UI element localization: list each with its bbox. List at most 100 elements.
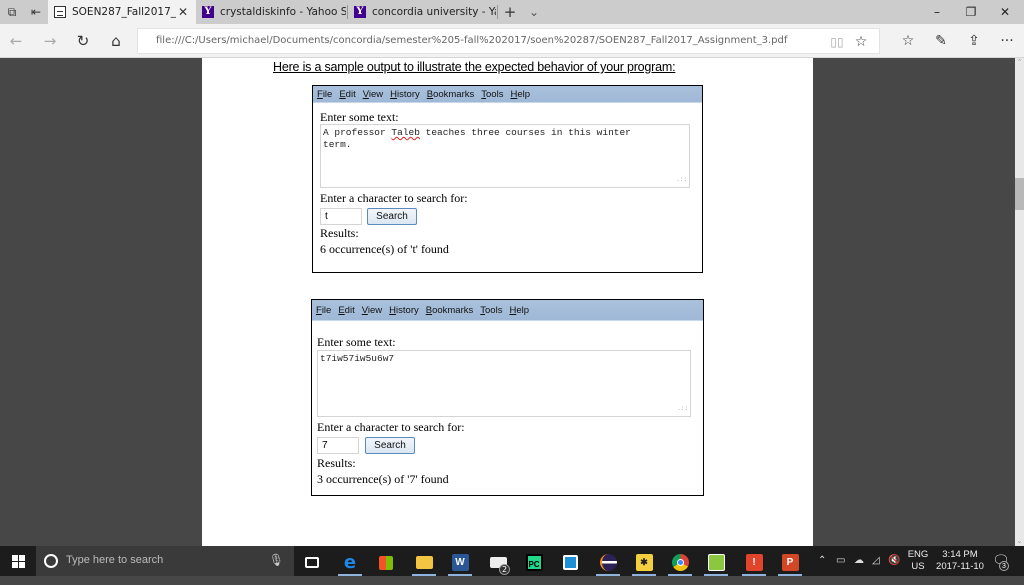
resize-grip-icon: .:: bbox=[676, 176, 687, 183]
task-view-icon[interactable] bbox=[296, 549, 328, 576]
search-placeholder[interactable]: Type here to search bbox=[66, 554, 163, 566]
pdf-page: Here is a sample output to illustrate th… bbox=[202, 58, 813, 546]
minimize-button[interactable]: – bbox=[920, 0, 954, 24]
region-code: US bbox=[911, 561, 925, 572]
vertical-scrollbar[interactable]: ⌃ ⌄ bbox=[1015, 58, 1024, 546]
clock[interactable]: 3:14 PM 2017-11-10 bbox=[930, 549, 990, 573]
powerpoint-icon[interactable]: P bbox=[774, 549, 806, 576]
start-button[interactable] bbox=[0, 546, 36, 576]
menu-bookmarks: Bookmarks bbox=[425, 304, 474, 316]
text-input-area: t7iw57iw5u6w7 .:: bbox=[317, 350, 691, 417]
file-explorer-icon[interactable] bbox=[408, 549, 440, 576]
share-icon[interactable]: ⇪ bbox=[964, 32, 984, 50]
edge-icon[interactable]: e bbox=[334, 549, 366, 576]
more-menu-icon[interactable]: ··· bbox=[997, 32, 1017, 50]
menu-view: View bbox=[361, 304, 383, 316]
tab-soen287[interactable]: SOEN287_Fall2017_Assi ✕ bbox=[48, 0, 196, 24]
tab-concordia[interactable]: Y concordia university - Yahoo bbox=[348, 0, 496, 24]
mail-badge: 2 bbox=[499, 564, 510, 575]
show-hidden-icons-chevron-icon[interactable]: ⌃ bbox=[818, 555, 826, 585]
eclipse-icon[interactable] bbox=[592, 549, 624, 576]
menu-edit: Edit bbox=[338, 304, 355, 316]
yahoo-icon: Y bbox=[202, 6, 214, 18]
tabs-aside-icon[interactable]: ⧉ bbox=[4, 4, 20, 20]
menu-bar: File Edit View History Bookmarks Tools H… bbox=[312, 300, 703, 321]
text-prompt: Enter some text: bbox=[317, 335, 396, 349]
pycharm-icon[interactable]: PC bbox=[518, 549, 550, 576]
search-button: Search bbox=[367, 208, 417, 225]
address-bar[interactable]: file:///C:/Users/michael/Documents/conco… bbox=[137, 28, 880, 54]
taskbar-search[interactable]: Type here to search 🎙 bbox=[36, 546, 294, 576]
address-url[interactable]: file:///C:/Users/michael/Documents/conco… bbox=[156, 35, 787, 46]
text-prompt: Enter some text: bbox=[320, 110, 399, 124]
home-button[interactable]: ⌂ bbox=[106, 32, 126, 50]
notification-count: 3 bbox=[999, 561, 1009, 571]
action-center-icon[interactable]: 🗨 3 bbox=[992, 552, 1010, 582]
onedrive-cloud-icon[interactable]: ☁ bbox=[854, 555, 864, 585]
text-segment: t7iw57iw5u6w7 bbox=[320, 353, 395, 364]
acrobat-icon[interactable]: ! bbox=[738, 549, 770, 576]
favorite-star-icon[interactable]: ☆ bbox=[852, 33, 870, 51]
reading-view-icon[interactable]: ▯▯ bbox=[828, 33, 846, 51]
clock-date: 2017-11-10 bbox=[936, 561, 984, 572]
pdf-viewer: Here is a sample output to illustrate th… bbox=[0, 58, 1015, 546]
result-text: 3 occurrence(s) of '7' found bbox=[317, 472, 449, 486]
notepad-plus-icon[interactable] bbox=[700, 549, 732, 576]
misspelled-word: Taleb bbox=[391, 127, 420, 138]
back-button[interactable]: ← bbox=[6, 32, 26, 50]
resize-grip-icon: .:: bbox=[677, 405, 688, 412]
sample-output-2: File Edit View History Bookmarks Tools H… bbox=[311, 299, 704, 496]
forward-button[interactable]: → bbox=[40, 32, 60, 50]
battery-icon[interactable]: ▭ bbox=[836, 555, 845, 585]
tab-strip: ⧉ ⇤ SOEN287_Fall2017_Assi ✕ Y crystaldis… bbox=[0, 0, 1024, 24]
tab-crystaldiskinfo[interactable]: Y crystaldiskinfo - Yahoo Sear bbox=[196, 0, 346, 24]
scroll-down-arrow-icon[interactable]: ⌄ bbox=[1015, 537, 1024, 546]
tab-title: concordia university - Yahoo bbox=[372, 6, 496, 18]
char-prompt: Enter a character to search for: bbox=[320, 191, 468, 205]
restore-button[interactable]: ❐ bbox=[954, 0, 988, 24]
favorites-hub-icon[interactable]: ☆ bbox=[898, 32, 918, 50]
menu-help: Help bbox=[509, 304, 530, 316]
text-input-area: A professor Taleb teaches three courses … bbox=[320, 124, 690, 188]
web-note-icon[interactable]: ✎ bbox=[931, 32, 951, 50]
text-segment: term. bbox=[323, 139, 352, 150]
menu-help: Help bbox=[510, 88, 531, 100]
char-prompt: Enter a character to search for: bbox=[317, 420, 465, 434]
language-code: ENG bbox=[907, 549, 929, 560]
menu-view: View bbox=[362, 88, 384, 100]
windows-logo-icon bbox=[11, 554, 25, 568]
tab-title: SOEN287_Fall2017_Assi bbox=[72, 6, 176, 18]
store-icon[interactable] bbox=[370, 549, 402, 576]
word-icon[interactable]: W bbox=[444, 549, 476, 576]
text-segment: A professor bbox=[323, 127, 392, 138]
app-blue-icon[interactable] bbox=[554, 549, 586, 576]
tab-list-chevron-icon[interactable]: ⌄ bbox=[526, 4, 542, 20]
new-tab-button[interactable]: + bbox=[502, 4, 518, 20]
scroll-thumb[interactable] bbox=[1015, 178, 1024, 210]
volume-muted-icon[interactable]: 🔇 bbox=[888, 555, 900, 585]
menu-edit: Edit bbox=[339, 88, 356, 100]
chrome-icon[interactable] bbox=[664, 549, 696, 576]
mail-icon[interactable]: 2 bbox=[482, 549, 514, 576]
close-tab-icon[interactable]: ✕ bbox=[176, 5, 190, 19]
refresh-button[interactable]: ↻ bbox=[73, 32, 93, 50]
menu-file: File bbox=[317, 88, 333, 100]
intro-text: Here is a sample output to illustrate th… bbox=[273, 60, 676, 74]
tab-separator bbox=[497, 5, 498, 19]
wifi-icon[interactable]: ◿ bbox=[872, 555, 880, 585]
menu-bookmarks: Bookmarks bbox=[426, 88, 475, 100]
microphone-icon[interactable]: 🎙 bbox=[269, 553, 284, 567]
menu-history: History bbox=[389, 304, 419, 316]
set-tabs-aside-icon[interactable]: ⇤ bbox=[28, 4, 44, 20]
navigation-bar: ← → ↻ ⌂ file:///C:/Users/michael/Documen… bbox=[0, 24, 1024, 58]
tab-title: crystaldiskinfo - Yahoo Sear bbox=[220, 6, 346, 18]
menu-file: File bbox=[316, 304, 332, 316]
scroll-up-arrow-icon[interactable]: ⌃ bbox=[1015, 58, 1024, 67]
char-input: t bbox=[320, 208, 362, 225]
char-input: 7 bbox=[317, 437, 359, 454]
app-yellow-icon[interactable]: ✱ bbox=[628, 549, 660, 576]
result-text: 6 occurrence(s) of 't' found bbox=[320, 242, 449, 256]
language-indicator[interactable]: ENG US bbox=[905, 549, 931, 573]
clock-time: 3:14 PM bbox=[942, 549, 978, 560]
close-window-button[interactable]: ✕ bbox=[988, 0, 1022, 24]
